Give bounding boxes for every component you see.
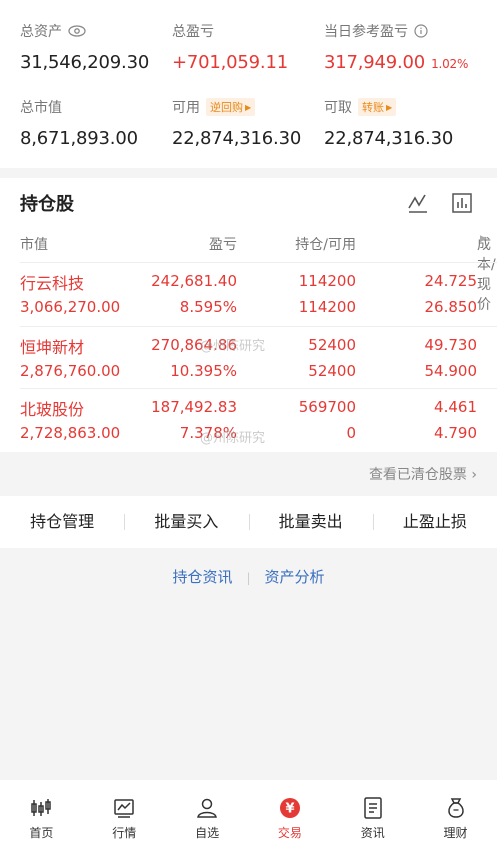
- watchlist-person-icon: [197, 798, 217, 818]
- wealth-bag-icon: [447, 798, 464, 818]
- stock-position: 569700: [298, 398, 356, 416]
- svg-text:¥: ¥: [285, 802, 294, 817]
- available-label: 可用: [172, 100, 200, 116]
- holdings-title: 持仓股: [20, 194, 74, 215]
- trade-yen-icon: ¥: [279, 798, 300, 818]
- stock-market-value: 2,728,863.00: [20, 424, 121, 442]
- stock-name: 行云科技: [20, 274, 85, 293]
- divider: [20, 326, 497, 327]
- transfer-tag[interactable]: 转账 ▶: [358, 98, 397, 116]
- total-assets-block: 总资产 31,546,209.30: [20, 22, 149, 73]
- stock-pnl-percent: 10.395%: [170, 362, 237, 380]
- news-document-icon: [363, 797, 382, 819]
- stock-price: 54.900: [424, 362, 478, 380]
- info-icon[interactable]: [414, 24, 428, 38]
- cleared-stocks-row: 查看已清仓股票 ›: [0, 452, 497, 496]
- batch-buy-button[interactable]: 批量买入: [124, 496, 248, 548]
- holding-row[interactable]: 恒坤新材 2,876,760.00 270,864.86 10.395% 524…: [0, 328, 497, 390]
- cleared-stocks-link[interactable]: 查看已清仓股票 ›: [369, 464, 477, 484]
- tab-watchlist[interactable]: 自选: [166, 780, 249, 865]
- market-value-value: 8,671,893.00: [20, 128, 138, 149]
- stock-price: 26.850: [424, 298, 478, 316]
- stock-cost: 24.725: [424, 272, 478, 290]
- stock-price: 4.790: [434, 424, 477, 442]
- col-position: 持仓/可用: [295, 237, 356, 253]
- stock-name: 恒坤新材: [20, 338, 85, 357]
- tab-label: 行情: [112, 826, 137, 840]
- home-candlestick-icon: [31, 799, 52, 816]
- tab-label: 资讯: [360, 826, 385, 840]
- triangle-right-icon: ▶: [480, 234, 487, 244]
- stock-cost: 4.461: [434, 398, 477, 416]
- stock-pnl-percent: 8.595%: [179, 298, 237, 316]
- asset-analysis-link[interactable]: 资产分析: [265, 568, 325, 586]
- position-manage-button[interactable]: 持仓管理: [0, 496, 124, 548]
- today-pnl-percent: 1.02%: [431, 57, 469, 71]
- holding-news-link[interactable]: 持仓资讯: [172, 568, 232, 586]
- bar-chart-icon[interactable]: [451, 192, 473, 214]
- stock-cost: 49.730: [424, 336, 478, 354]
- available-block: 可用 逆回购 ▶ 22,874,316.30: [172, 98, 301, 149]
- stock-market-value: 3,066,270.00: [20, 298, 121, 316]
- market-chart-icon: [114, 799, 134, 818]
- tab-news[interactable]: 资讯: [331, 780, 414, 865]
- stock-pnl-percent: 7.378%: [179, 424, 237, 442]
- total-assets-value: 31,546,209.30: [20, 52, 150, 73]
- triangle-right-icon: ▶: [245, 102, 252, 112]
- tab-home[interactable]: 首页: [0, 780, 83, 865]
- total-pnl-value: +701,059.11: [172, 52, 288, 73]
- holdings-column-header: 市值 盈亏 持仓/可用 成本/现价 ▶: [20, 234, 496, 313]
- bottom-tab-bar: 首页 行情 自选 ¥ 交易 资讯 理财: [0, 780, 497, 865]
- stock-pnl: 187,492.83: [151, 398, 237, 416]
- col-market-value: 市值: [20, 237, 48, 253]
- account-summary-card: 总资产 31,546,209.30 总盈亏 +701,059.11 当日参考盈亏…: [0, 0, 497, 168]
- holding-row[interactable]: 行云科技 3,066,270.00 242,681.40 8.595% 1142…: [0, 264, 497, 326]
- batch-sell-button[interactable]: 批量卖出: [248, 496, 373, 548]
- divider: [20, 262, 497, 263]
- tab-trade[interactable]: ¥ 交易: [248, 780, 331, 865]
- info-links: 持仓资讯 | 资产分析: [0, 566, 497, 587]
- stock-available: 0: [346, 424, 356, 442]
- stock-name: 北玻股份: [20, 400, 85, 419]
- triangle-right-icon: ▶: [386, 102, 393, 112]
- total-pnl-label: 总盈亏: [172, 24, 214, 40]
- tab-wealth[interactable]: 理财: [414, 780, 497, 865]
- stock-available: 52400: [308, 362, 356, 380]
- stock-pnl: 270,864.86: [151, 336, 237, 354]
- today-pnl-value: 317,949.00: [324, 52, 426, 73]
- stock-position: 114200: [298, 272, 356, 290]
- market-value-label: 总市值: [20, 100, 62, 116]
- tab-label: 交易: [277, 826, 302, 840]
- today-pnl-label: 当日参考盈亏: [324, 24, 408, 40]
- holding-row[interactable]: 北玻股份 2,728,863.00 187,492.83 7.378% 5697…: [0, 390, 497, 452]
- stock-position: 52400: [308, 336, 356, 354]
- total-assets-label: 总资产: [20, 24, 62, 40]
- eye-icon[interactable]: [68, 25, 86, 37]
- total-pnl-block: 总盈亏 +701,059.11: [172, 22, 288, 73]
- stock-pnl: 242,681.40: [151, 272, 237, 290]
- tab-label: 理财: [443, 826, 468, 840]
- holding-actions-bar: 持仓管理 批量买入 批量卖出 止盈止损: [0, 496, 497, 548]
- tab-label: 自选: [195, 826, 220, 840]
- reverse-repo-tag[interactable]: 逆回购 ▶: [206, 98, 256, 116]
- divider: [20, 388, 497, 389]
- col-pnl: 盈亏: [209, 237, 237, 253]
- stock-market-value: 2,876,760.00: [20, 362, 121, 380]
- tab-label: 首页: [29, 826, 54, 840]
- withdrawable-label: 可取: [324, 100, 352, 116]
- stock-available: 114200: [298, 298, 356, 316]
- stop-profit-loss-button[interactable]: 止盈止损: [372, 496, 497, 548]
- link-separator: |: [246, 571, 251, 585]
- trend-chart-icon[interactable]: [407, 192, 429, 214]
- market-value-block: 总市值 8,671,893.00: [20, 98, 138, 149]
- available-value: 22,874,316.30: [172, 128, 302, 149]
- today-pnl-block: 当日参考盈亏 317,949.00 1.02%: [324, 22, 468, 73]
- holdings-card: 持仓股 市值 盈亏 持仓/可用 成本/现价 ▶ 行云科技 3,066,270.00…: [0, 178, 497, 452]
- withdrawable-value: 22,874,316.30: [324, 128, 454, 149]
- tab-market[interactable]: 行情: [83, 780, 166, 865]
- withdrawable-block: 可取 转账 ▶ 22,874,316.30: [324, 98, 453, 149]
